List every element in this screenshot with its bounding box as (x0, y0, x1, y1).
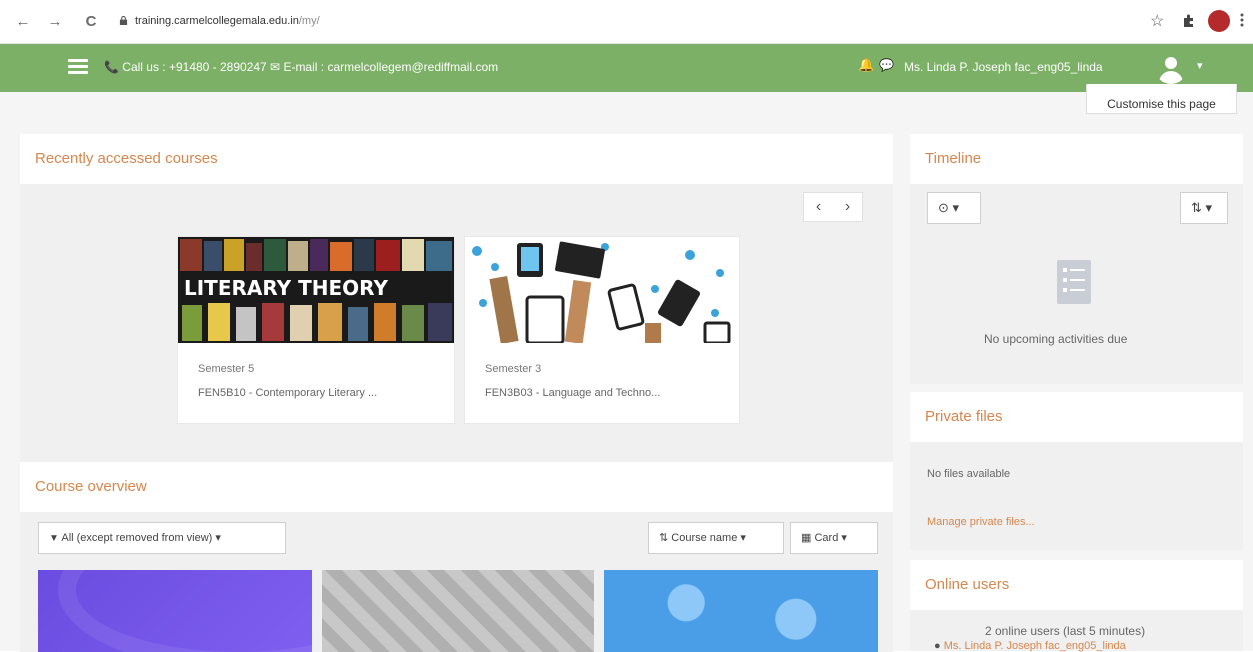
course-name-link[interactable]: FEN3B03 - Language and Techno... (485, 387, 660, 399)
chevron-down-icon: ▾ (841, 532, 847, 544)
extension-puzzle-icon[interactable] (1181, 12, 1197, 28)
course-card-image[interactable] (322, 570, 594, 652)
url-host: training.carmelcollegemala.edu.in (135, 15, 299, 27)
sort-dropdown[interactable]: ⇅ Course name ▾ (648, 522, 784, 554)
online-user-link[interactable]: ● Ms. Linda P. Joseph fac_eng05_linda (934, 640, 1126, 652)
course-card[interactable]: LITERARY THEORY Semester 5 FEN5B10 - Con… (177, 236, 455, 424)
user-avatar[interactable] (1155, 52, 1187, 84)
notification-bell-icon[interactable]: 🔔 (858, 57, 874, 73)
chevron-down-icon: ▾ (215, 532, 221, 544)
messages-icon[interactable]: 💬 (879, 58, 894, 72)
online-users-header: Online users (910, 560, 1243, 610)
reload-icon[interactable]: C (82, 14, 100, 30)
private-files-title: Private files (925, 408, 1003, 425)
back-icon[interactable]: ← (14, 14, 32, 30)
customise-page-button[interactable]: Customise this page (1086, 84, 1237, 114)
bookmark-star-icon[interactable]: ☆ (1150, 11, 1164, 31)
next-arrow-button[interactable]: › (833, 192, 863, 222)
course-image (465, 237, 739, 343)
browser-toolbar: ← → C training.carmelcollegemala.edu.in/… (0, 0, 1253, 44)
site-navbar: 📞 Call us : +91480 - 2890247 ✉ E-mail : … (0, 44, 1253, 92)
url-path: /my/ (298, 15, 320, 27)
hamburger-menu-icon[interactable] (68, 59, 88, 75)
browser-profile-avatar[interactable] (1208, 10, 1230, 32)
user-icon: ● (934, 640, 941, 652)
course-overview-panel: ▼ All (except removed from view) ▾ ⇅ Cou… (20, 512, 893, 652)
chevron-down-icon: ▾ (952, 200, 960, 215)
recent-courses-header: Recently accessed courses (20, 134, 893, 184)
filter-icon: ▼ (49, 533, 59, 544)
manage-private-files-link[interactable]: Manage private files... (927, 516, 1035, 528)
timeline-header: Timeline (910, 134, 1243, 184)
private-files-empty: No files available (927, 468, 1011, 480)
course-name-link[interactable]: FEN5B10 - Contemporary Literary ... (198, 387, 377, 399)
filter-label: All (except removed from view) (61, 532, 213, 544)
course-image: LITERARY THEORY (178, 237, 454, 343)
recent-courses-title: Recently accessed courses (35, 150, 218, 167)
user-menu-caret-icon[interactable]: ▾ (1197, 59, 1203, 72)
sort-icon: ⇅ (659, 532, 669, 544)
course-overview-header: Course overview (20, 462, 893, 512)
user-menu-name[interactable]: Ms. Linda P. Joseph fac_eng05_linda (904, 60, 1103, 74)
chevron-down-icon: ▾ (740, 532, 746, 544)
online-users-summary: 2 online users (last 5 minutes) (985, 624, 1146, 638)
empty-activities-icon (1057, 260, 1091, 304)
timeline-panel: ⊙ ▾ ⇅ ▾ No upcoming activities due (910, 184, 1243, 384)
course-overview-title: Course overview (35, 478, 147, 495)
course-category: Semester 5 (198, 363, 255, 375)
course-card-image[interactable] (38, 570, 312, 652)
view-mode-dropdown[interactable]: ▦ Card ▾ (790, 522, 878, 554)
dashboard-page: Customise this page Recently accessed co… (0, 84, 1253, 652)
online-user-name: Ms. Linda P. Joseph fac_eng05_linda (943, 640, 1126, 652)
contact-info: 📞 Call us : +91480 - 2890247 ✉ E-mail : … (104, 60, 499, 74)
forward-icon[interactable]: → (46, 14, 64, 30)
browser-menu-icon[interactable] (1240, 12, 1244, 28)
course-category: Semester 3 (485, 363, 542, 375)
chevron-down-icon: ▾ (1205, 200, 1213, 215)
timeline-title: Timeline (925, 150, 982, 167)
timeline-filter-dropdown[interactable]: ⊙ ▾ (927, 192, 981, 224)
grid-icon: ▦ (801, 532, 812, 544)
course-image-title: LITERARY THEORY (184, 276, 388, 300)
clock-icon: ⊙ (938, 200, 949, 215)
address-bar[interactable]: training.carmelcollegemala.edu.in/my/ (135, 13, 320, 29)
sort-icon: ⇅ (1191, 200, 1202, 215)
online-users-panel: 2 online users (last 5 minutes) ● Ms. Li… (910, 610, 1243, 652)
prev-arrow-button[interactable]: ‹ (803, 192, 833, 222)
timeline-sort-dropdown[interactable]: ⇅ ▾ (1180, 192, 1228, 224)
private-files-header: Private files (910, 392, 1243, 442)
course-card-image[interactable] (604, 570, 878, 652)
sort-label: Course name (671, 532, 738, 544)
course-card[interactable]: Semester 3 FEN3B03 - Language and Techno… (464, 236, 740, 424)
timeline-empty-message: No upcoming activities due (984, 332, 1128, 346)
lock-icon (119, 16, 128, 25)
online-users-title: Online users (925, 576, 1010, 593)
course-filter-dropdown[interactable]: ▼ All (except removed from view) ▾ (38, 522, 286, 554)
view-label: Card (814, 532, 839, 544)
private-files-panel: No files available Manage private files.… (910, 442, 1243, 550)
